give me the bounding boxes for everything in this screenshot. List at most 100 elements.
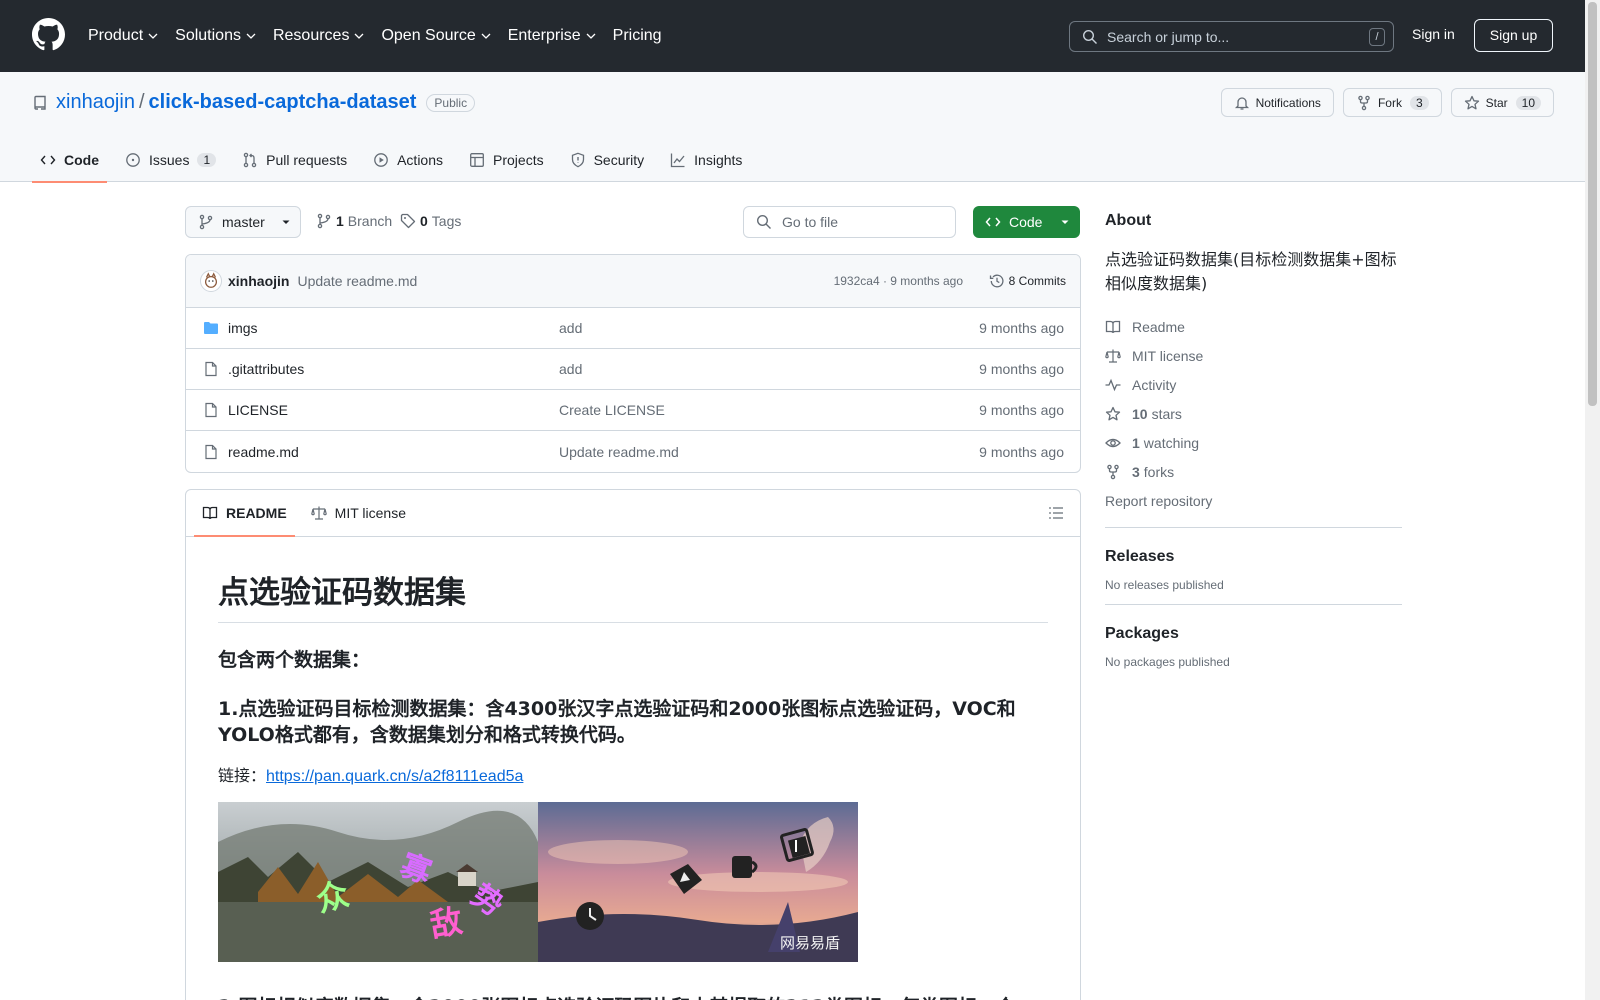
play-icon [374, 153, 388, 167]
page-scrollbar[interactable] [1585, 0, 1600, 1000]
fork-label: Fork [1377, 95, 1402, 110]
repo-name-link[interactable]: click-based-captcha-dataset [149, 91, 417, 114]
releases-title[interactable]: Releases [1105, 548, 1402, 566]
sidebar-item-label: Readme [1132, 318, 1185, 335]
github-logo-icon[interactable] [32, 18, 65, 51]
commit-message-link[interactable]: Update readme.md [297, 273, 417, 289]
file-row[interactable]: imgs add 9 months ago [186, 308, 1080, 349]
file-row[interactable]: .gitattributes add 9 months ago [186, 349, 1080, 390]
branch-select-button[interactable]: master [185, 206, 301, 238]
eye-icon [1105, 438, 1121, 447]
nav-solutions[interactable]: Solutions [175, 27, 256, 45]
law-icon [1105, 349, 1121, 363]
nav-label: Solutions [175, 27, 241, 44]
chevron-down-icon [246, 33, 256, 39]
sign-in-link[interactable]: Sign in [1412, 26, 1455, 42]
tab-label: Projects [493, 152, 544, 168]
file-name-link[interactable]: .gitattributes [228, 361, 304, 377]
tab-security[interactable]: Security [562, 138, 653, 182]
tab-pull-requests[interactable]: Pull requests [234, 138, 355, 182]
folder-icon [204, 322, 218, 334]
sidebar-activity-link[interactable]: Activity [1105, 370, 1402, 399]
file-name-link[interactable]: imgs [228, 320, 258, 336]
avatar[interactable] [200, 270, 222, 292]
file-row[interactable]: LICENSE Create LICENSE 9 months ago [186, 390, 1080, 431]
sidebar-item-label: Activity [1132, 376, 1177, 393]
sidebar-item-label: MIT license [1132, 347, 1204, 364]
sidebar-watching-link[interactable]: 1 watching [1105, 428, 1402, 457]
tab-code[interactable]: Code [32, 138, 107, 183]
go-to-file-input[interactable]: Go to file [743, 206, 956, 238]
forks-count: 3 [1132, 463, 1140, 480]
notifications-label: Notifications [1255, 95, 1321, 110]
about-title: About [1105, 212, 1152, 229]
scrollbar-thumb[interactable] [1588, 2, 1597, 406]
packages-title[interactable]: Packages [1105, 625, 1402, 643]
fork-icon [1107, 464, 1119, 479]
chevron-down-icon [148, 33, 158, 39]
tab-label: MIT license [334, 505, 406, 521]
commit-sha-time[interactable]: 1932ca4 · 9 months ago [834, 274, 963, 288]
sidebar-item-label: forks [1143, 463, 1175, 480]
sign-up-button[interactable]: Sign up [1474, 19, 1553, 52]
notifications-button[interactable]: Notifications [1220, 88, 1334, 117]
latest-commit-bar: xinhaojin Update readme.md 1932ca4 · 9 m… [186, 255, 1080, 308]
tab-license[interactable]: MIT license [303, 490, 414, 536]
search-input[interactable]: Search or jump to... / [1069, 21, 1394, 52]
tab-readme[interactable]: README [194, 490, 295, 537]
star-label: Star [1485, 95, 1508, 110]
commit-author-link[interactable]: xinhaojin [228, 273, 289, 289]
file-icon [205, 444, 217, 459]
readme-link-paragraph: 链接：https://pan.quark.cn/s/a2f8111ead5a [218, 762, 1048, 786]
tab-actions[interactable]: Actions [365, 138, 451, 182]
tab-issues[interactable]: Issues 1 [117, 138, 224, 182]
nav-pricing[interactable]: Pricing [613, 27, 662, 45]
readme-panel: README MIT license 点选验证码数据集 包含两个数据集： 1.点… [185, 489, 1081, 1000]
nav-product[interactable]: Product [88, 27, 158, 45]
tags-link[interactable]: 0 Tags [400, 213, 461, 229]
code-dropdown-button[interactable]: Code [973, 206, 1080, 238]
file-name-link[interactable]: readme.md [228, 444, 299, 460]
nav-label: Open Source [381, 27, 476, 44]
git-branch-icon [199, 214, 213, 230]
nav-enterprise[interactable]: Enterprise [508, 27, 596, 45]
star-button[interactable]: Star 10 [1450, 88, 1554, 117]
path-separator: / [138, 91, 145, 113]
tab-insights[interactable]: Insights [662, 138, 750, 182]
chevron-down-icon [586, 33, 596, 39]
file-commit-message[interactable]: Update readme.md [559, 444, 679, 460]
readme-body: 点选验证码数据集 包含两个数据集： 1.点选验证码目标检测数据集：含4300张汉… [186, 537, 1080, 1000]
file-row[interactable]: readme.md Update readme.md 9 months ago [186, 431, 1080, 472]
quark-download-link[interactable]: https://pan.quark.cn/s/a2f8111ead5a [266, 768, 523, 785]
nav-open-source[interactable]: Open Source [381, 27, 491, 45]
readme-dataset-1-heading: 1.点选验证码目标检测数据集：含4300张汉字点选验证码和2000张图标点选验证… [218, 698, 1016, 746]
fork-icon [1358, 95, 1370, 110]
stars-count: 10 [1132, 405, 1148, 422]
file-commit-message[interactable]: add [559, 320, 582, 336]
repo-icon [34, 95, 46, 110]
issue-icon [126, 153, 140, 167]
nav-resources[interactable]: Resources [273, 27, 364, 45]
sidebar-forks-link[interactable]: 3 forks [1105, 457, 1402, 486]
sidebar-readme-link[interactable]: Readme [1105, 312, 1402, 341]
avatar-face-icon [204, 272, 218, 288]
readme-heading: 点选验证码数据集 [218, 537, 1048, 623]
tab-projects[interactable]: Projects [461, 138, 552, 182]
readme-dataset-2-heading: 2.图标相似度数据集：含2000张图标点选验证码图片和由其提取的212类图标，每… [218, 992, 1048, 1000]
sidebar-item-label: stars [1151, 405, 1182, 422]
shield-icon [571, 152, 584, 168]
captcha-image-icons: 网易易盾 [538, 802, 858, 962]
sidebar-license-link[interactable]: MIT license [1105, 341, 1402, 370]
captcha-example-images: 众 寡 敌 势 网易易盾 [218, 802, 858, 962]
report-repository-link[interactable]: Report repository [1105, 486, 1402, 515]
list-unordered-icon[interactable] [1048, 505, 1064, 521]
fork-button[interactable]: Fork 3 [1342, 88, 1442, 117]
file-commit-message[interactable]: add [559, 361, 582, 377]
watermark-text: 网易易盾 [780, 934, 841, 952]
file-name-link[interactable]: LICENSE [228, 402, 288, 418]
commits-history-link[interactable]: 8 Commits [989, 273, 1066, 289]
file-commit-message[interactable]: Create LICENSE [559, 402, 665, 418]
repo-owner-link[interactable]: xinhaojin [56, 91, 135, 114]
branches-link[interactable]: 1 Branch [316, 213, 392, 229]
sidebar-stars-link[interactable]: 10 stars [1105, 399, 1402, 428]
